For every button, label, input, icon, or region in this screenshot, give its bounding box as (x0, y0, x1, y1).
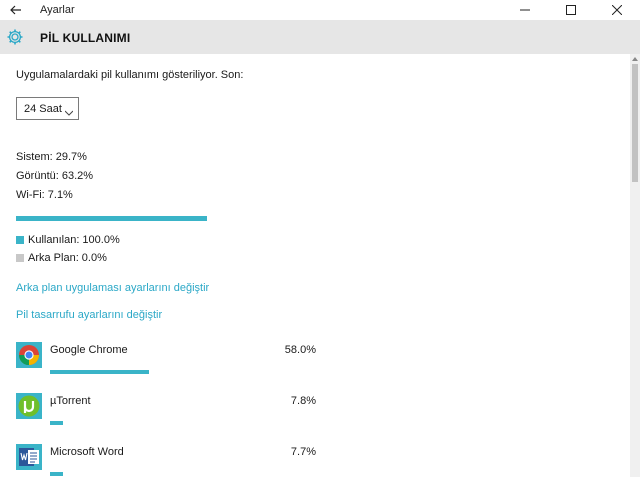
chevron-down-icon (64, 104, 74, 116)
period-dropdown[interactable]: 24 Saat (16, 97, 79, 120)
app-usage-bar (50, 370, 149, 374)
window-title: Ayarlar (40, 4, 75, 16)
app-usage-bar (50, 472, 63, 476)
legend-used-swatch (16, 236, 24, 244)
list-item[interactable]: Microsoft Word 7.7% (16, 444, 316, 477)
chrome-icon (16, 342, 42, 368)
maximize-button[interactable] (548, 0, 594, 20)
close-button[interactable] (594, 0, 640, 20)
list-item[interactable]: µTorrent 7.8% (16, 393, 316, 437)
app-name: Google Chrome (50, 344, 128, 356)
stat-display: Görüntü: 63.2% (16, 170, 94, 182)
back-arrow-icon[interactable] (8, 2, 24, 18)
scrollbar-thumb[interactable] (632, 64, 638, 182)
battery-saver-link[interactable]: Pil tasarrufu ayarlarını değiştir (16, 309, 162, 321)
legend-background-swatch (16, 254, 24, 262)
title-bar: Ayarlar (0, 0, 640, 20)
usage-bar (16, 216, 207, 221)
app-name: Microsoft Word (50, 446, 124, 458)
period-dropdown-value: 24 Saat (24, 103, 62, 115)
utorrent-icon (16, 393, 42, 419)
stat-wifi: Wi-Fi: 7.1% (16, 189, 73, 201)
main-content: Uygulamalardaki pil kullanımı gösteriliy… (0, 54, 630, 477)
app-percent: 7.7% (290, 446, 316, 458)
gear-icon (6, 28, 24, 46)
page-header: PİL KULLANIMI (0, 20, 640, 54)
app-percent: 7.8% (290, 395, 316, 407)
app-percent: 58.0% (284, 344, 316, 356)
page-title: PİL KULLANIMI (40, 31, 131, 45)
legend-used: Kullanılan: 100.0% (16, 234, 120, 246)
minimize-button[interactable] (502, 0, 548, 20)
stat-system: Sistem: 29.7% (16, 151, 87, 163)
legend-background: Arka Plan: 0.0% (16, 252, 107, 264)
intro-text: Uygulamalardaki pil kullanımı gösteriliy… (16, 69, 244, 81)
scroll-up-icon[interactable] (632, 57, 638, 61)
list-item[interactable]: Google Chrome 58.0% (16, 342, 316, 386)
legend-used-label: Kullanılan: 100.0% (28, 234, 120, 246)
app-usage-bar (50, 421, 63, 425)
word-icon (16, 444, 42, 470)
app-name: µTorrent (50, 395, 91, 407)
background-settings-link[interactable]: Arka plan uygulaması ayarlarını değiştir (16, 282, 209, 294)
legend-background-label: Arka Plan: 0.0% (28, 252, 107, 264)
scrollbar[interactable] (630, 54, 640, 477)
